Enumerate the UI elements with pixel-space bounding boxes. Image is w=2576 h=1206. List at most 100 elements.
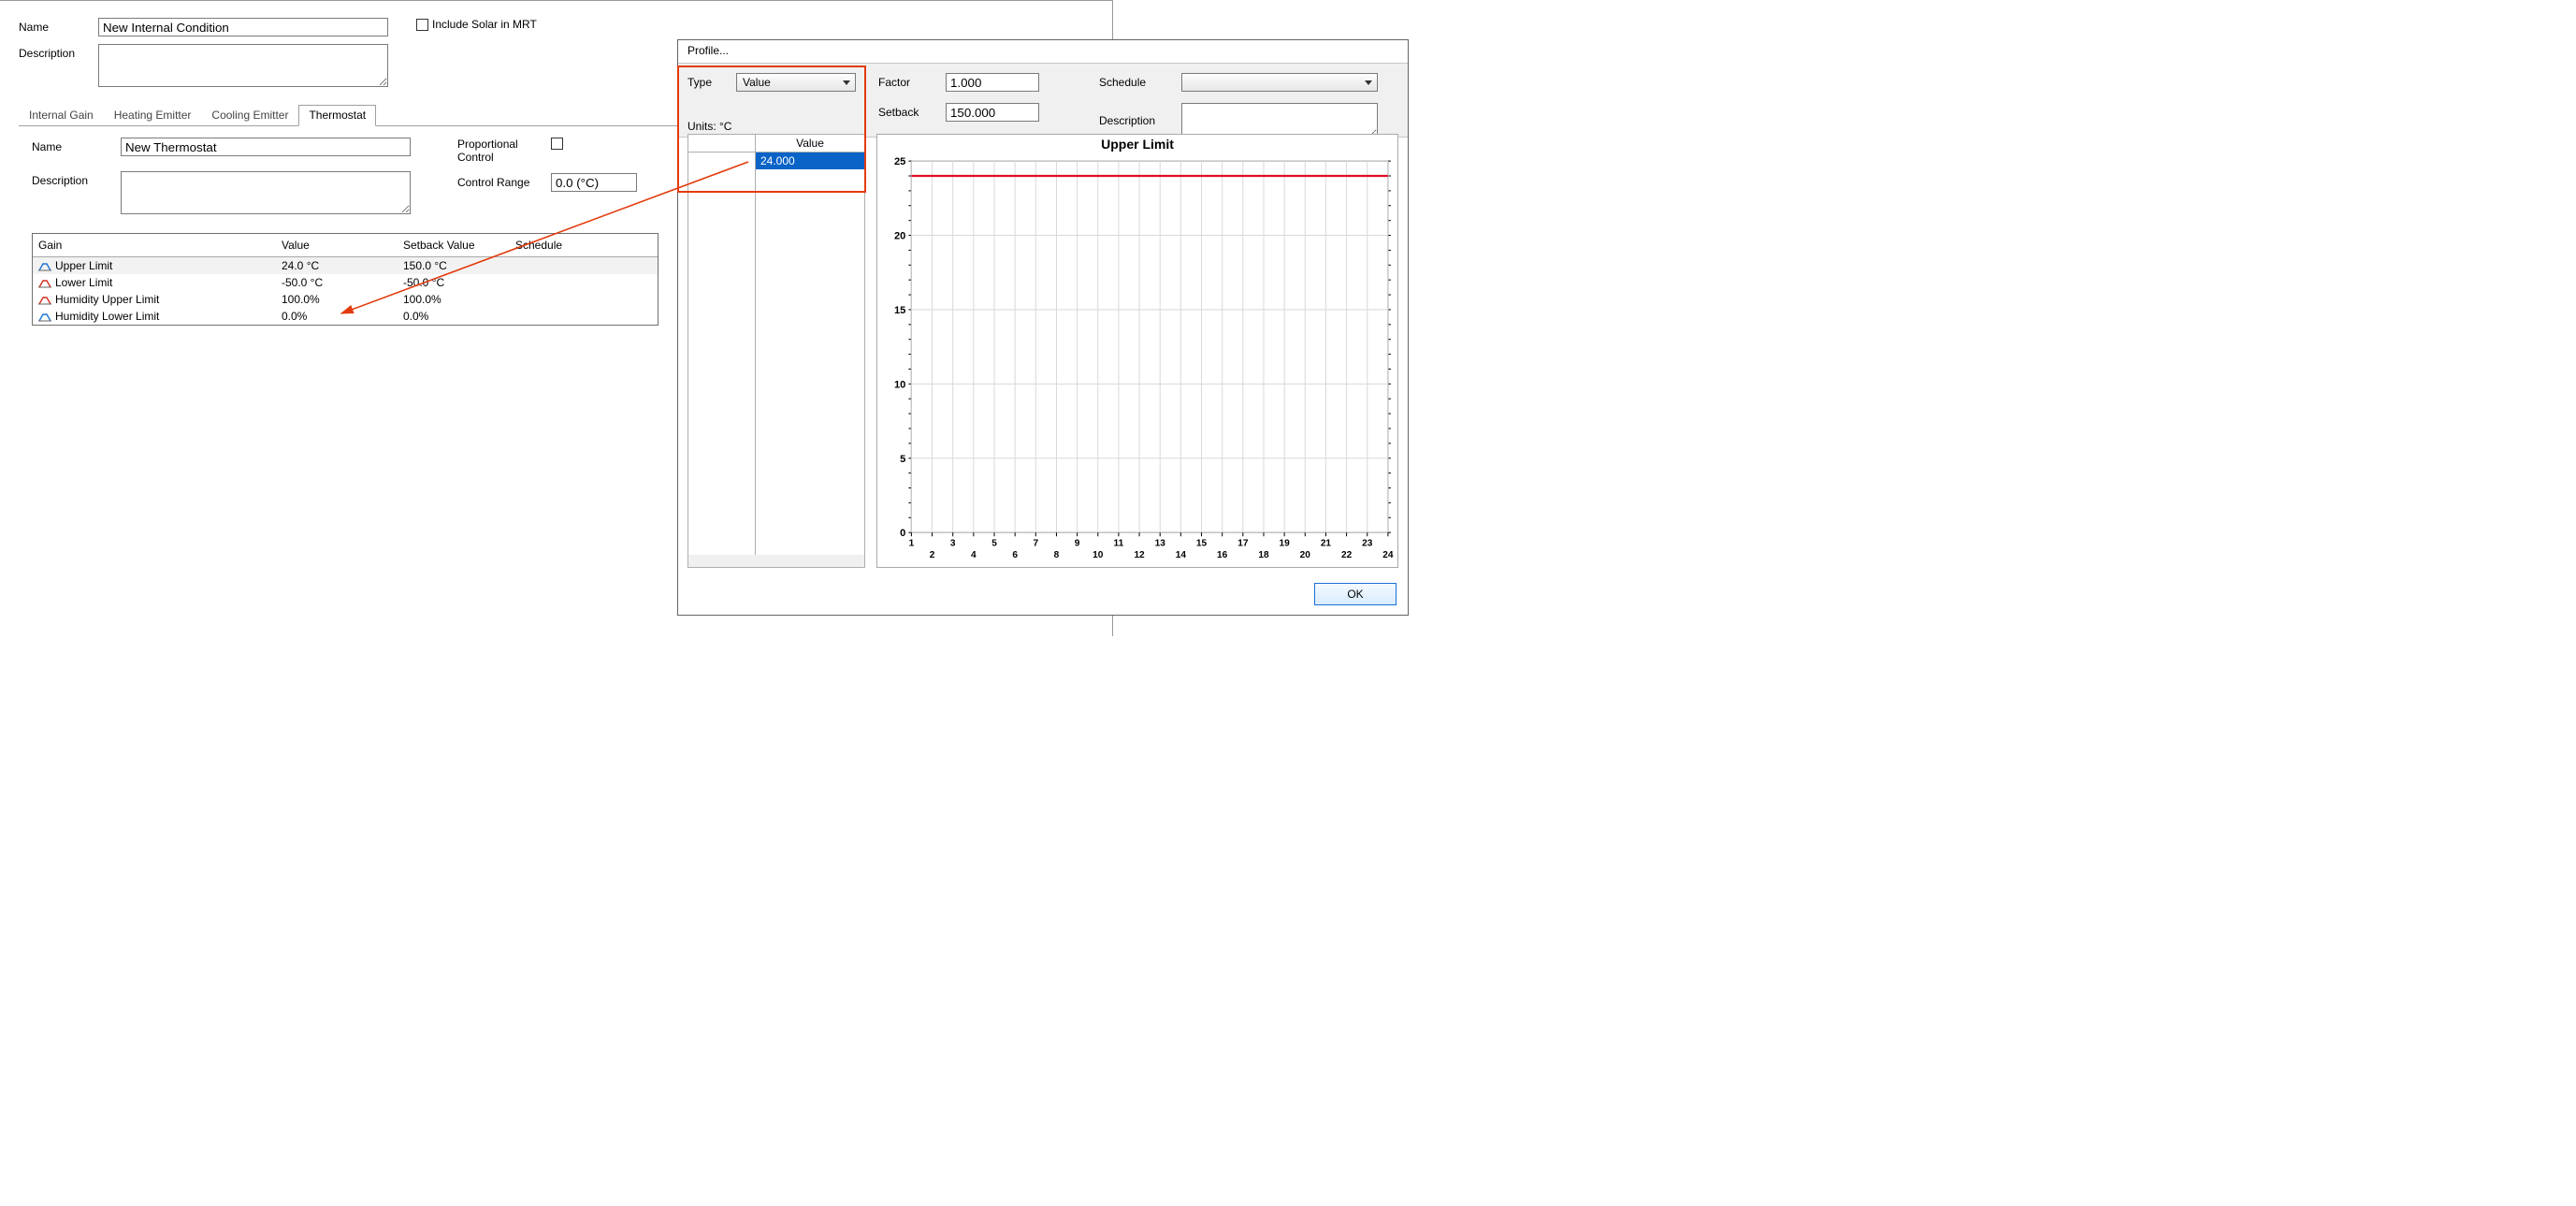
row-value: 0.0% <box>276 308 398 325</box>
type-select-value: Value <box>743 76 771 89</box>
svg-text:22: 22 <box>1341 550 1353 560</box>
thermo-desc-label: Description <box>32 171 121 187</box>
name-label: Name <box>19 18 98 34</box>
description-input[interactable] <box>98 44 388 87</box>
schedule-select[interactable] <box>1181 73 1378 92</box>
row-setback: 150.0 °C <box>398 257 510 274</box>
svg-text:25: 25 <box>894 156 905 167</box>
value-table: Value 24.000 <box>687 134 865 568</box>
chart-title: Upper Limit <box>877 135 1397 155</box>
svg-text:9: 9 <box>1075 538 1080 548</box>
svg-text:15: 15 <box>894 305 905 316</box>
value-row-gutter <box>688 153 756 555</box>
row-setback: -50.0 °C <box>398 274 510 291</box>
units-label: Units: °C <box>687 120 731 133</box>
table-row[interactable]: Humidity Lower Limit 0.0%0.0% <box>33 308 658 325</box>
col-value[interactable]: Value <box>276 234 398 256</box>
svg-text:12: 12 <box>1134 550 1145 560</box>
factor-label: Factor <box>878 76 934 89</box>
row-gain: Humidity Upper Limit <box>55 293 159 306</box>
thermo-name-input[interactable] <box>121 138 411 156</box>
row-schedule <box>510 308 658 325</box>
svg-text:20: 20 <box>1300 550 1311 560</box>
value-col-header[interactable]: Value <box>756 135 864 153</box>
svg-text:5: 5 <box>900 454 905 465</box>
svg-text:10: 10 <box>1093 550 1104 560</box>
value-cell-selected[interactable]: 24.000 <box>756 153 864 169</box>
row-schedule <box>510 291 658 308</box>
row-setback: 100.0% <box>398 291 510 308</box>
limit-icon <box>38 262 51 271</box>
limit-icon <box>38 279 51 288</box>
row-value: -50.0 °C <box>276 274 398 291</box>
include-solar-label: Include Solar in MRT <box>432 18 537 31</box>
svg-text:2: 2 <box>930 550 935 560</box>
svg-text:16: 16 <box>1217 550 1228 560</box>
row-value: 24.0 °C <box>276 257 398 274</box>
profile-top-panel: Type Value Units: °C Factor Setback <box>678 63 1408 138</box>
chart-svg: 0510152025123456789101112131415161718192… <box>877 155 1397 567</box>
col-setback[interactable]: Setback Value <box>398 234 510 256</box>
prop-control-label: Proportional Control <box>457 138 542 164</box>
thermo-name-label: Name <box>32 138 121 153</box>
svg-text:10: 10 <box>894 379 905 390</box>
svg-text:7: 7 <box>1033 538 1038 548</box>
row-gain: Upper Limit <box>55 259 112 272</box>
svg-text:18: 18 <box>1258 550 1269 560</box>
factor-input[interactable] <box>946 73 1039 92</box>
row-schedule <box>510 274 658 291</box>
profile-title: Profile... <box>678 40 1408 63</box>
type-label: Type <box>687 76 725 89</box>
profile-dialog: Profile... Type Value Units: °C Factor S… <box>677 39 1409 616</box>
svg-text:17: 17 <box>1237 538 1249 548</box>
profile-desc-label: Description <box>1099 114 1170 127</box>
setback-input[interactable] <box>946 103 1039 122</box>
svg-text:13: 13 <box>1155 538 1166 548</box>
ok-button[interactable]: OK <box>1314 583 1397 605</box>
include-solar-checkbox[interactable] <box>416 19 428 31</box>
svg-text:3: 3 <box>950 538 956 548</box>
control-range-label: Control Range <box>457 176 551 189</box>
svg-text:5: 5 <box>991 538 997 548</box>
table-row[interactable]: Humidity Upper Limit 100.0%100.0% <box>33 291 658 308</box>
ok-button-label: OK <box>1347 588 1363 601</box>
svg-text:0: 0 <box>900 528 905 539</box>
tab-internal-gain[interactable]: Internal Gain <box>19 105 104 126</box>
value-col-blank <box>688 135 756 153</box>
tab-thermostat[interactable]: Thermostat <box>298 105 376 126</box>
col-schedule[interactable]: Schedule <box>510 234 658 256</box>
table-row[interactable]: Upper Limit 24.0 °C150.0 °C <box>33 257 658 274</box>
control-range-input[interactable] <box>551 173 637 192</box>
svg-text:20: 20 <box>894 231 905 242</box>
svg-text:21: 21 <box>1321 538 1332 548</box>
svg-text:11: 11 <box>1114 538 1124 548</box>
tab-cooling-emitter[interactable]: Cooling Emitter <box>201 105 298 126</box>
row-value: 100.0% <box>276 291 398 308</box>
row-schedule <box>510 257 658 274</box>
tab-heating-emitter[interactable]: Heating Emitter <box>104 105 202 126</box>
row-gain: Humidity Lower Limit <box>55 310 159 323</box>
svg-text:24: 24 <box>1382 550 1394 560</box>
prop-control-checkbox[interactable] <box>551 138 563 150</box>
schedule-label: Schedule <box>1099 76 1170 89</box>
description-label: Description <box>19 44 98 60</box>
name-input[interactable] <box>98 18 388 36</box>
table-row[interactable]: Lower Limit -50.0 °C-50.0 °C <box>33 274 658 291</box>
svg-text:14: 14 <box>1176 550 1187 560</box>
row-setback: 0.0% <box>398 308 510 325</box>
chart-panel: Upper Limit 0510152025123456789101112131… <box>876 134 1398 568</box>
limit-icon <box>38 312 51 322</box>
svg-text:19: 19 <box>1280 538 1291 548</box>
row-gain: Lower Limit <box>55 276 112 289</box>
svg-text:8: 8 <box>1054 550 1060 560</box>
thermo-desc-input[interactable] <box>121 171 411 214</box>
type-select[interactable]: Value <box>736 73 856 92</box>
svg-text:15: 15 <box>1196 538 1208 548</box>
svg-text:1: 1 <box>909 538 915 548</box>
col-gain[interactable]: Gain <box>33 234 276 256</box>
svg-text:6: 6 <box>1012 550 1018 560</box>
limit-icon <box>38 296 51 305</box>
gain-grid: Gain Value Setback Value Schedule Upper … <box>32 233 658 326</box>
setback-label: Setback <box>878 106 934 119</box>
value-cell[interactable]: 24.000 <box>756 153 864 555</box>
